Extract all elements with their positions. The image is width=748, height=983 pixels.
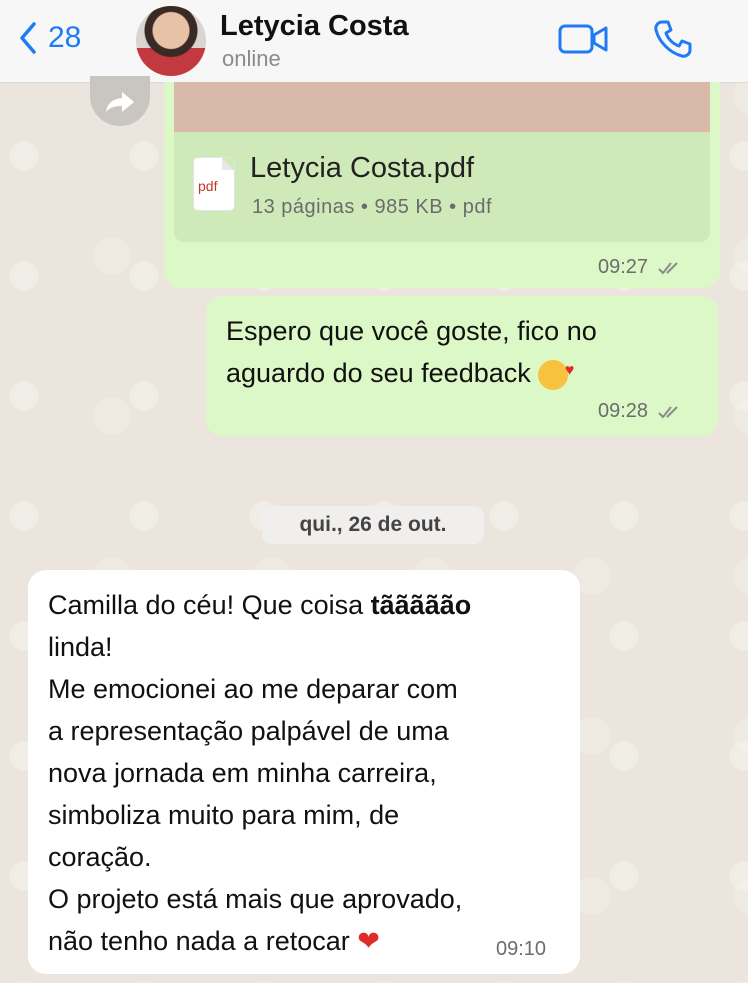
video-camera-icon[interactable] [558, 22, 610, 56]
contact-name[interactable]: Letycia Costa [220, 10, 409, 43]
message-text: Camilla do céu! Que coisa tããããão linda!… [48, 590, 472, 956]
contact-status: online [222, 46, 281, 71]
message-timestamp: 09:28 [598, 400, 684, 423]
avatar[interactable] [136, 6, 206, 76]
message-timestamp: 09:27 [598, 256, 684, 279]
double-check-icon [657, 262, 678, 275]
document-card[interactable]: pdf Letycia Costa.pdf 13 páginas • 985 K… [174, 132, 710, 242]
heart-emoji: ❤ [357, 926, 380, 956]
message-timestamp: 09:10 [496, 938, 547, 960]
unread-count: 28 [48, 21, 82, 54]
document-preview [174, 82, 710, 132]
document-meta: 13 páginas • 985 KB • pdf [252, 196, 492, 218]
pdf-file-icon: pdf [194, 158, 234, 210]
chevron-left-icon [20, 22, 36, 54]
double-check-icon [657, 406, 678, 419]
message-text: Espero que você goste, fico no aguardo d… [226, 310, 706, 394]
chat-header: 28 Letycia Costa online [0, 0, 748, 83]
forward-icon [106, 92, 134, 112]
document-file-name: Letycia Costa.pdf [250, 152, 475, 184]
back-button[interactable]: 28 [14, 18, 81, 58]
date-separator: qui., 26 de out. [262, 506, 484, 544]
outgoing-message[interactable]: Espero que você goste, fico no aguardo d… [206, 296, 718, 436]
smiling-face-with-hearts-emoji [538, 350, 574, 392]
document-message[interactable]: pdf Letycia Costa.pdf 13 páginas • 985 K… [164, 82, 720, 288]
phone-icon[interactable] [652, 18, 694, 60]
incoming-message[interactable]: Camilla do céu! Que coisa tããããão linda!… [28, 570, 580, 974]
